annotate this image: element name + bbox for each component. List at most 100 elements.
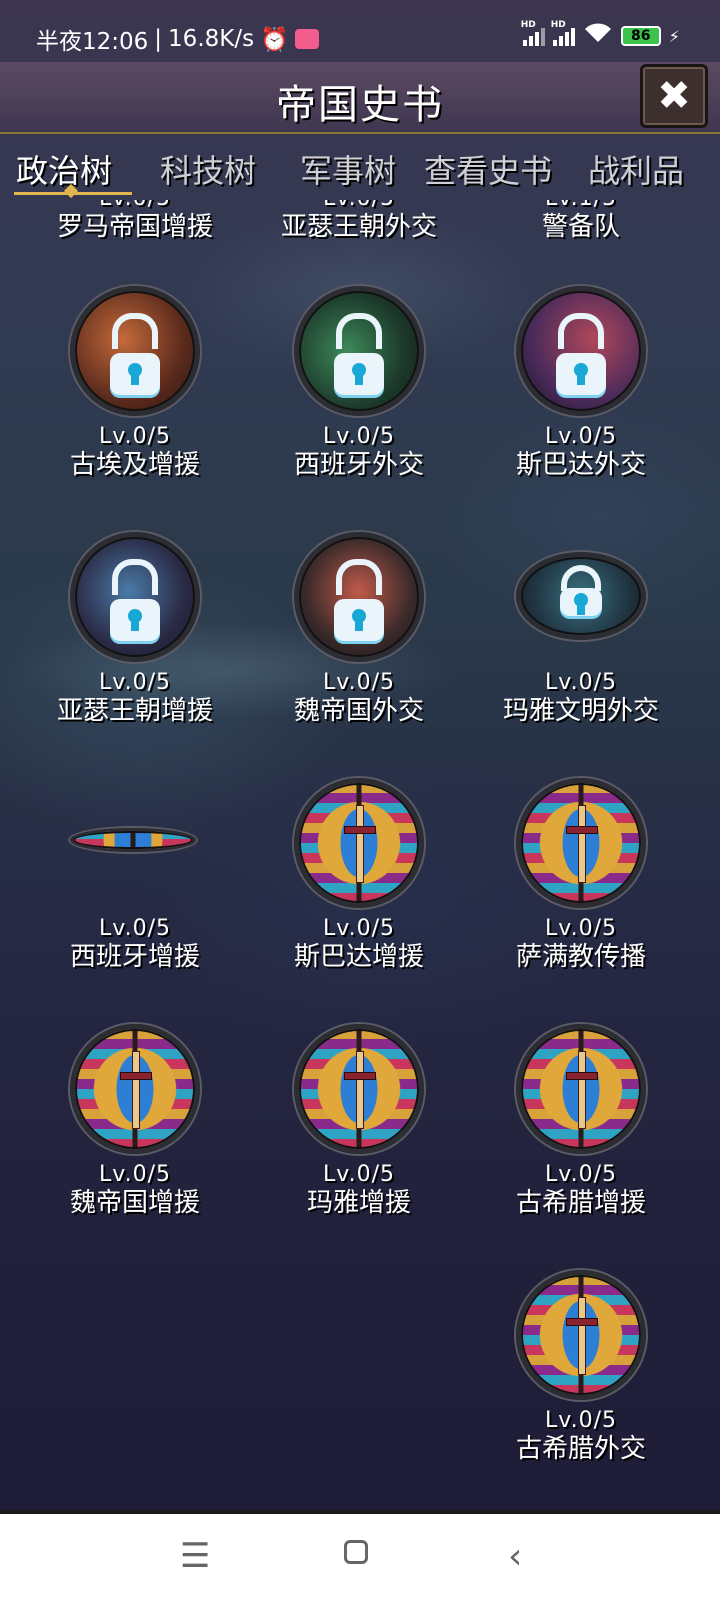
skill-name: 西班牙外交	[293, 450, 424, 480]
skill-name: 玛雅文明外交	[502, 696, 659, 726]
skill-card-partial[interactable]: Lv.1/5 警备队	[470, 200, 692, 242]
menu-icon[interactable]: ☰	[180, 1536, 210, 1576]
sword-icon	[578, 804, 586, 884]
skill-name: 古希腊增援	[515, 1188, 646, 1218]
skill-card[interactable]: Lv.0/5 魏帝国增援	[24, 1024, 246, 1234]
skill-medal	[516, 552, 646, 640]
lock-body	[334, 353, 384, 396]
page-header: 帝国史书 ✖	[0, 62, 720, 134]
tab-spoils[interactable]: 战利品	[588, 146, 684, 192]
skill-level: Lv.0/5	[545, 670, 617, 695]
skill-card[interactable]: Lv.0/5 西班牙增援	[24, 778, 246, 988]
tab-technology[interactable]: 科技树	[160, 146, 256, 192]
page-title: 帝国史书	[276, 82, 444, 128]
lock-icon	[561, 565, 601, 591]
wifi-icon	[583, 22, 613, 50]
skill-level: Lv.0/5	[545, 1408, 617, 1433]
tab-bar: 政治树 科技树 军事树 查看史书 战利品	[0, 140, 720, 208]
alarm-icon: ⏰	[260, 26, 289, 53]
skill-grid[interactable]: Lv.0/5 罗马帝国增援 Lv.0/5 亚瑟王朝外交 Lv.1/5 警备队 L…	[0, 200, 720, 1510]
skill-card[interactable]: Lv.0/5 斯巴达增援	[248, 778, 470, 988]
system-nav-bar: ☰ ‹	[0, 1510, 720, 1600]
status-bar: 半夜12:06 | 16.8K/s ⏰ HD HD 86 ⚡	[0, 0, 720, 62]
skill-medal	[294, 778, 424, 908]
skill-name: 警备队	[541, 212, 620, 242]
skill-level: Lv.0/5	[323, 424, 395, 449]
skill-level: Lv.0/5	[99, 670, 171, 695]
skill-name: 古埃及增援	[69, 450, 200, 480]
skill-card[interactable]: Lv.0/5 玛雅增援	[248, 1024, 470, 1234]
lock-body	[556, 353, 606, 396]
skill-level: Lv.1/5	[470, 200, 692, 212]
lock-icon	[336, 313, 382, 349]
tab-politics[interactable]: 政治树	[16, 146, 112, 192]
skill-medal	[70, 532, 200, 662]
lock-body	[110, 599, 160, 642]
skill-name: 魏帝国增援	[69, 1188, 200, 1218]
skill-level: Lv.0/5	[323, 1162, 395, 1187]
skill-card[interactable]: Lv.0/5 古埃及增援	[24, 286, 246, 496]
lock-icon	[112, 559, 158, 595]
skill-name: 斯巴达外交	[515, 450, 646, 480]
skill-card[interactable]: Lv.0/5 亚瑟王朝增援	[24, 532, 246, 742]
skill-medal	[516, 286, 646, 416]
skill-medal	[70, 1024, 200, 1154]
skill-card-partial[interactable]: Lv.0/5 罗马帝国增援	[24, 200, 246, 242]
sword-icon	[356, 804, 364, 884]
skill-level: Lv.0/5	[24, 200, 246, 212]
skill-name: 古希腊外交	[515, 1434, 646, 1464]
hd-label-2: HD	[550, 20, 566, 30]
skill-card-partial[interactable]: Lv.0/5 亚瑟王朝外交	[248, 200, 470, 242]
skill-name: 罗马帝国增援	[56, 212, 213, 242]
tab-military[interactable]: 军事树	[300, 146, 396, 192]
skill-level: Lv.0/5	[99, 1162, 171, 1187]
skill-card[interactable]: Lv.0/5 萨满教传播	[470, 778, 692, 988]
skill-level: Lv.0/5	[323, 670, 395, 695]
sword-icon	[578, 1296, 586, 1376]
bilibili-icon	[294, 29, 319, 49]
skill-card[interactable]: Lv.0/5 古希腊外交	[470, 1270, 692, 1480]
lock-body	[560, 588, 602, 617]
sword-icon	[356, 1050, 364, 1130]
lock-icon	[336, 559, 382, 595]
skill-medal	[294, 286, 424, 416]
home-icon[interactable]	[344, 1540, 368, 1564]
tab-history[interactable]: 查看史书	[424, 146, 552, 192]
status-left: 半夜12:06 | 16.8K/s ⏰	[36, 22, 319, 56]
skill-name: 亚瑟王朝增援	[56, 696, 213, 726]
skill-medal	[516, 1024, 646, 1154]
signal-icon-2: HD	[551, 20, 575, 46]
skill-medal	[516, 1270, 646, 1400]
skill-medal	[516, 778, 646, 908]
sword-icon	[132, 1050, 140, 1130]
skill-name: 斯巴达增援	[293, 942, 424, 972]
signal-icon: HD	[521, 20, 545, 46]
skill-level: Lv.0/5	[545, 424, 617, 449]
lock-body	[334, 599, 384, 642]
skill-name: 玛雅增援	[306, 1188, 411, 1218]
status-right: HD HD 86 ⚡	[521, 20, 680, 50]
status-time: 半夜12:06	[36, 29, 149, 55]
battery-indicator: 86	[620, 26, 661, 46]
skill-card[interactable]: Lv.0/5 斯巴达外交	[470, 286, 692, 496]
skill-name: 西班牙增援	[69, 942, 200, 972]
skill-level: Lv.0/5	[545, 916, 617, 941]
skill-level: Lv.0/5	[248, 200, 470, 212]
skill-medal	[294, 1024, 424, 1154]
skill-name: 萨满教传播	[515, 942, 646, 972]
lock-icon	[112, 313, 158, 349]
close-icon: ✖	[657, 73, 691, 119]
skill-card[interactable]: Lv.0/5 玛雅文明外交	[470, 532, 692, 742]
skill-level: Lv.0/5	[99, 424, 171, 449]
close-button[interactable]: ✖	[640, 64, 708, 128]
skill-card[interactable]: Lv.0/5 古希腊增援	[470, 1024, 692, 1234]
skill-level: Lv.0/5	[323, 916, 395, 941]
lock-body	[110, 353, 160, 396]
skill-card[interactable]: Lv.0/5 魏帝国外交	[248, 532, 470, 742]
back-icon[interactable]: ‹	[508, 1536, 522, 1577]
skill-medal	[70, 286, 200, 416]
skill-name: 亚瑟王朝外交	[280, 212, 437, 242]
skill-card[interactable]: Lv.0/5 西班牙外交	[248, 286, 470, 496]
sword-icon	[578, 1050, 586, 1130]
charging-bolt-icon: ⚡	[668, 26, 680, 46]
